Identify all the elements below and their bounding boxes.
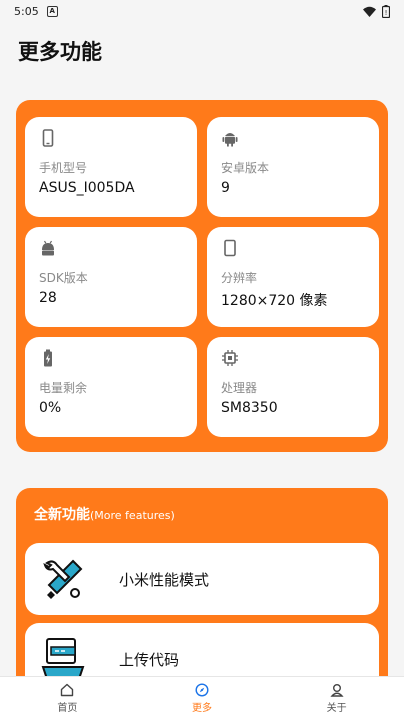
processor-label: 处理器	[221, 381, 258, 395]
resolution-card: 分辨率 1280×720 像素	[207, 227, 379, 327]
processor-value: SM8350	[221, 400, 278, 416]
features-subtitle: (More features)	[90, 509, 175, 522]
home-icon	[61, 683, 74, 697]
person-icon	[330, 684, 344, 697]
compass-icon	[195, 683, 209, 697]
notification-a-icon: A	[46, 5, 58, 17]
status-bar: 5:05 A !	[0, 0, 404, 22]
battery-value: 0%	[39, 400, 62, 416]
page-title: 更多功能	[18, 40, 102, 64]
wifi-icon	[363, 6, 376, 17]
battery-status-icon: !	[382, 4, 390, 18]
sdk-version-card: SDK版本 28	[25, 227, 197, 327]
android-icon	[222, 133, 238, 147]
device-model-value: ASUS_I005DA	[39, 180, 135, 196]
tools-icon	[43, 559, 83, 599]
nav-item-more[interactable]: 更多	[162, 683, 242, 714]
nav-item-home[interactable]: 首页	[27, 683, 107, 714]
android-version-card: 安卓版本 9	[207, 117, 379, 217]
nav-item-about[interactable]: 关于	[297, 683, 377, 714]
bottom-nav: 首页 更多 关于	[0, 676, 404, 720]
battery-card: 电量剩余 0%	[25, 337, 197, 437]
device-model-label: 手机型号	[39, 161, 88, 175]
nav-label-home: 首页	[57, 703, 78, 714]
feature-label-upload-code: 上传代码	[119, 650, 180, 669]
android-version-value: 9	[221, 180, 230, 196]
feature-item-performance-mode[interactable]: 小米性能模式	[25, 543, 379, 615]
screen-icon	[224, 239, 236, 257]
feature-label-performance-mode: 小米性能模式	[119, 570, 210, 589]
sdk-version-value: 28	[39, 290, 57, 306]
resolution-value: 1280×720 像素	[221, 293, 328, 309]
cpu-icon	[222, 350, 238, 366]
svg-text:!: !	[385, 9, 388, 17]
device-info-panel: 手机型号 ASUS_I005DA 安卓版本 9 SDK版本 28 分辨率 128…	[16, 100, 388, 452]
processor-card: 处理器 SM8350	[207, 337, 379, 437]
features-title: 全新功能(More features)	[34, 504, 175, 524]
nav-label-about: 关于	[326, 703, 347, 714]
android-head-icon	[42, 240, 54, 256]
status-time: 5:05	[14, 4, 39, 18]
features-title-text: 全新功能	[34, 507, 90, 523]
battery-label: 电量剩余	[39, 381, 88, 395]
battery-icon	[44, 349, 52, 367]
nav-label-more: 更多	[191, 703, 212, 714]
sdk-version-label: SDK版本	[39, 271, 88, 285]
phone-icon	[42, 129, 54, 147]
android-version-label: 安卓版本	[221, 161, 270, 175]
device-model-card: 手机型号 ASUS_I005DA	[25, 117, 197, 217]
resolution-label: 分辨率	[221, 271, 258, 285]
